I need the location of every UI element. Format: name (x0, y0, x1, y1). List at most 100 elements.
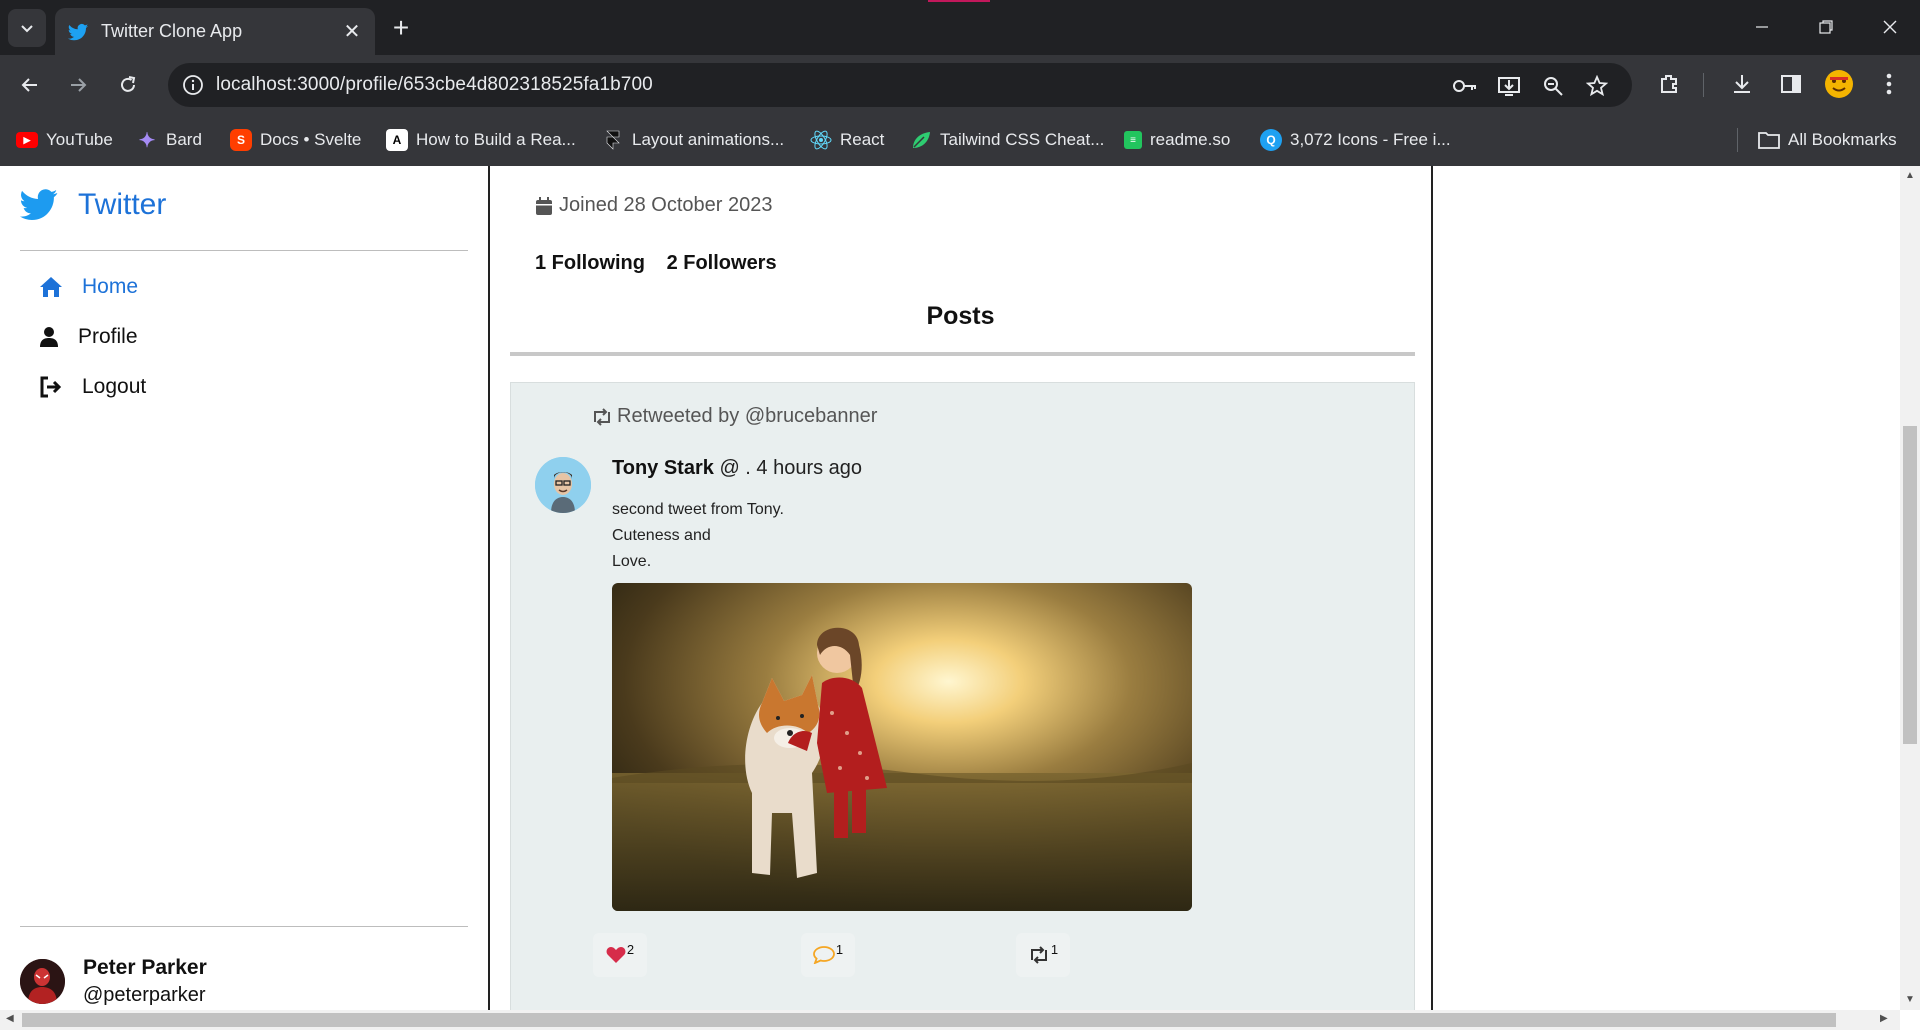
followers-count[interactable]: 2 Followers (667, 252, 777, 274)
arrow-right-icon (71, 78, 87, 92)
retweet-icon (594, 407, 610, 426)
sidebar-item-home[interactable]: Home (38, 274, 138, 300)
user-name: Peter Parker (83, 956, 207, 979)
sidebar-item-label: Profile (78, 325, 138, 348)
close-tab-icon[interactable]: ✕ (341, 21, 363, 43)
bookmark-icons[interactable]: Q 3,072 Icons - Free i... (1260, 125, 1451, 155)
like-count: 2 (626, 941, 635, 957)
bookmark-label: React (840, 130, 885, 149)
new-tab-button[interactable]: + (385, 12, 417, 44)
logout-icon (38, 374, 64, 400)
avatar (20, 959, 65, 1004)
tweet-line: second tweet from Tony. (612, 501, 784, 518)
bookmarks-bar: ▶ YouTube ✦ Bard S Docs • Svelte A How t… (0, 115, 1920, 166)
bookmark-react[interactable]: React (810, 125, 884, 155)
vertical-scrollbar[interactable]: ▲ ▼ (1900, 166, 1920, 1010)
home-icon (38, 274, 64, 300)
folder-icon (1758, 129, 1780, 151)
zoom-icon[interactable] (1540, 73, 1566, 99)
retweet-banner: Retweeted by @brucebanner (591, 405, 877, 428)
minimize-button[interactable] (1742, 10, 1782, 44)
user-icon (38, 324, 60, 350)
avatar[interactable] (535, 457, 591, 513)
sidebar-divider (20, 926, 468, 927)
site-info-icon[interactable] (182, 74, 204, 96)
bookmark-tailwind[interactable]: Tailwind CSS Cheat... (910, 125, 1104, 155)
current-user-card[interactable]: Peter Parker @peterparker (20, 956, 207, 1007)
retweet-button[interactable]: 1 (1016, 933, 1070, 977)
follow-stats: 1 Following 2 Followers (535, 252, 793, 275)
bookmark-readme[interactable]: ≡ readme.so (1124, 125, 1230, 155)
bookmark-layout-animations[interactable]: Layout animations... (602, 125, 784, 155)
sidebar-item-profile[interactable]: Profile (38, 324, 138, 350)
close-window-button[interactable] (1870, 10, 1910, 44)
all-bookmarks-button[interactable]: All Bookmarks (1758, 125, 1897, 155)
comment-button[interactable]: 1 (801, 933, 855, 977)
horizontal-scrollbar[interactable]: ◀ ▶ (0, 1010, 1900, 1030)
brand-logo[interactable]: Twitter (20, 188, 166, 222)
extensions-icon[interactable] (1654, 69, 1684, 99)
tweet-image[interactable] (612, 583, 1192, 911)
tweet-line: Love. (612, 553, 652, 570)
address-bar[interactable]: localhost:3000/profile/653cbe4d802318525… (168, 63, 1632, 107)
scroll-down-arrow-icon[interactable]: ▼ (1905, 994, 1915, 1005)
like-button[interactable]: 2 (593, 933, 647, 977)
bookmark-youtube[interactable]: ▶ YouTube (16, 125, 113, 155)
forward-button[interactable] (60, 67, 96, 103)
browser-chrome: Twitter Clone App ✕ + localhost:3000/pro… (0, 0, 1920, 166)
sidebar-item-label: Logout (82, 375, 147, 398)
key-icon[interactable] (1452, 73, 1478, 99)
install-app-icon[interactable] (1496, 73, 1522, 99)
sidebar-item-label: Home (82, 275, 139, 298)
framer-icon (602, 129, 624, 151)
sidebar-item-logout[interactable]: Logout (38, 374, 146, 400)
bookmark-svelte[interactable]: S Docs • Svelte (230, 125, 361, 155)
bookmark-label: YouTube (46, 130, 113, 149)
tab-search-button[interactable] (8, 9, 46, 47)
reload-button[interactable] (110, 67, 146, 103)
scroll-up-arrow-icon[interactable]: ▲ (1905, 170, 1915, 181)
posts-divider (510, 352, 1415, 356)
bookmark-label: Docs • Svelte (260, 130, 362, 149)
svelte-icon: S (230, 129, 252, 151)
bookmark-how-to-build[interactable]: A How to Build a Rea... (386, 125, 576, 155)
scroll-left-arrow-icon[interactable]: ◀ (6, 1013, 14, 1024)
tweet-author[interactable]: Tony Stark (612, 457, 714, 479)
retweet-text: Retweeted by @brucebanner (617, 405, 878, 427)
comment-count: 1 (835, 941, 844, 957)
bookmark-label: Bard (166, 130, 202, 149)
bookmarks-separator (1737, 128, 1738, 152)
youtube-icon: ▶ (16, 132, 38, 148)
calendar-icon (536, 196, 552, 215)
all-bookmarks-label: All Bookmarks (1788, 130, 1897, 149)
tweet-meta: @ . 4 hours ago (719, 457, 863, 479)
restore-icon (1819, 20, 1833, 34)
reload-icon (121, 76, 136, 92)
back-button[interactable] (12, 67, 48, 103)
browser-tab[interactable]: Twitter Clone App ✕ (55, 8, 375, 55)
page-content: Twitter Home Profile Logout Peter Parker… (0, 166, 1900, 1010)
heart-icon (606, 947, 626, 963)
downloads-icon[interactable] (1727, 69, 1757, 99)
menu-icon[interactable] (1874, 69, 1904, 99)
bookmark-star-icon[interactable] (1584, 73, 1610, 99)
following-count[interactable]: 1 Following (535, 252, 645, 274)
tab-title: Twitter Clone App (101, 21, 243, 41)
chevron-down-icon (21, 25, 33, 33)
search-circle-icon: Q (1260, 129, 1282, 151)
side-panel-icon[interactable] (1776, 69, 1806, 99)
bookmark-bard[interactable]: ✦ Bard (136, 125, 202, 155)
user-handle: @peterparker (83, 984, 206, 1006)
scroll-right-arrow-icon[interactable]: ▶ (1880, 1013, 1888, 1024)
restore-button[interactable] (1806, 10, 1846, 44)
toolbar-separator (1703, 73, 1704, 97)
scrollbar-thumb[interactable] (22, 1013, 1836, 1027)
twitter-bird-icon (20, 189, 58, 221)
site-icon: A (386, 129, 408, 151)
retweet-count: 1 (1050, 941, 1059, 957)
tweet-card[interactable]: Retweeted by @brucebanner Tony Stark @ .… (510, 382, 1415, 1010)
react-icon (810, 129, 832, 151)
scrollbar-thumb[interactable] (1903, 426, 1917, 744)
bookmark-label: readme.so (1150, 130, 1231, 149)
profile-avatar-icon[interactable] (1824, 69, 1854, 99)
